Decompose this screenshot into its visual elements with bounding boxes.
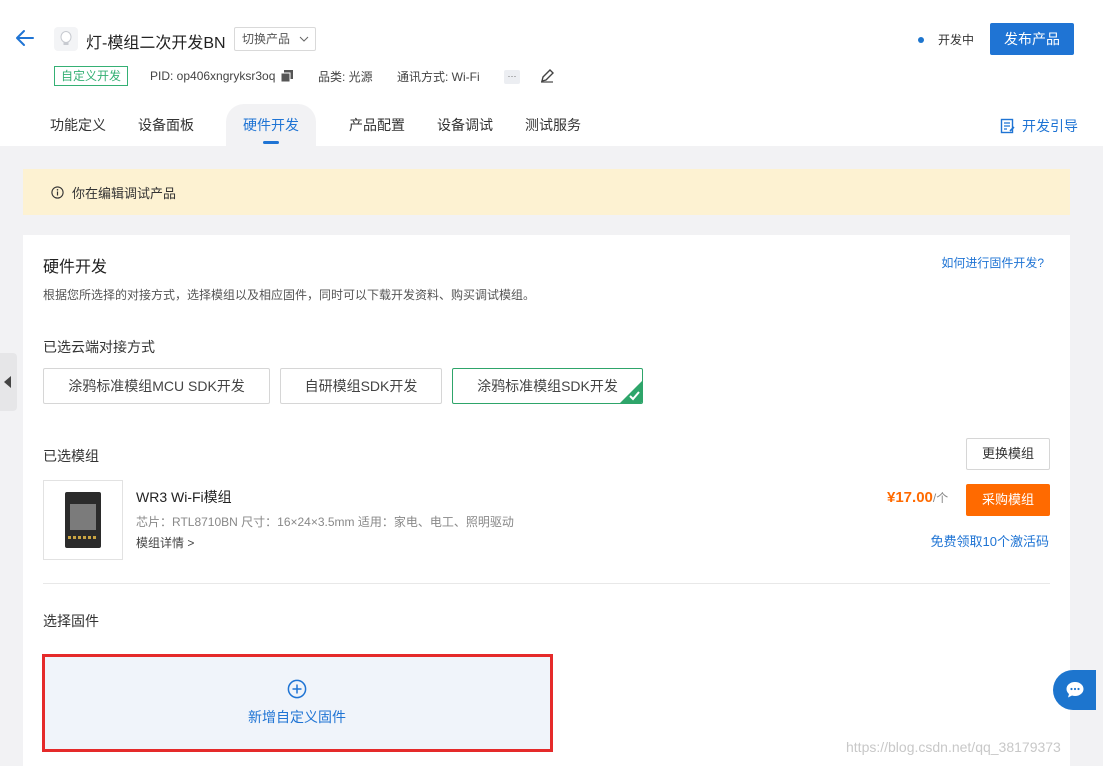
- red-highlight-box: [42, 654, 553, 752]
- sidebar-collapse-handle[interactable]: [0, 353, 17, 411]
- module-spec: 芯片：RTL8710BN 尺寸：16×24×3.5mm 适用：家电、电工、照明驱…: [136, 515, 514, 529]
- status-dot-icon: [918, 36, 924, 43]
- module-name: WR3 Wi-Fi模组: [136, 489, 232, 505]
- publish-button[interactable]: 发布产品: [990, 23, 1074, 55]
- page-scrollbar[interactable]: [1096, 146, 1103, 766]
- chat-bubble-icon: [1066, 682, 1084, 698]
- price-unit: /个: [932, 491, 949, 505]
- guide-doc-icon: [1000, 118, 1015, 134]
- chevron-down-icon: [299, 28, 309, 57]
- edit-pencil-icon[interactable]: [540, 69, 554, 83]
- firmware-label: 选择固件: [43, 613, 99, 629]
- option-tuya-sdk-label: 涂鸦标准模组SDK开发: [477, 378, 618, 394]
- pid-label: PID: op406xngryksr3oq: [150, 69, 276, 83]
- module-chip-graphic: [65, 492, 101, 548]
- protocol-info: 通讯方式: Wi-Fi: [397, 69, 480, 84]
- notice-text: 你在编辑调试产品: [72, 185, 177, 201]
- free-activation-link[interactable]: 免费领取10个激活码: [931, 531, 1049, 550]
- change-module-button[interactable]: 更换模组: [966, 438, 1050, 470]
- cloud-method-label: 已选云端对接方式: [43, 339, 155, 355]
- product-name: 灯-模组二次开发BN: [86, 35, 226, 52]
- module-price: ¥17.00/个: [887, 489, 948, 506]
- active-tab-indicator: [263, 141, 279, 144]
- option-mcu-sdk[interactable]: 涂鸦标准模组MCU SDK开发: [43, 368, 270, 404]
- tab-function-definition[interactable]: 功能定义: [50, 104, 106, 146]
- watermark: https://blog.csdn.net/qq_38179373: [846, 739, 1061, 755]
- switch-product-dropdown[interactable]: 切换产品: [234, 27, 316, 51]
- tab-hardware-label: 硬件开发: [243, 117, 299, 133]
- check-icon: [629, 391, 640, 401]
- card-description: 根据您所选择的对接方式，选择模组以及相应固件，同时可以下载开发资料、购买调试模组…: [43, 288, 536, 302]
- tab-test-service[interactable]: 测试服务: [525, 104, 581, 146]
- custom-dev-tag: 自定义开发: [54, 66, 129, 86]
- firmware-help-link[interactable]: 如何进行固件开发?: [941, 254, 1044, 271]
- option-tuya-sdk[interactable]: 涂鸦标准模组SDK开发: [452, 368, 643, 404]
- module-detail-link[interactable]: 模组详情 >: [136, 534, 194, 551]
- divider: [43, 583, 1050, 584]
- chat-support-button[interactable]: [1053, 670, 1097, 710]
- buy-module-button[interactable]: 采购模组: [966, 484, 1050, 516]
- category-info: 品类: 光源: [318, 69, 373, 84]
- status-label: 开发中: [938, 33, 975, 47]
- switch-product-label: 切换产品: [242, 32, 291, 46]
- module-image: [43, 480, 123, 560]
- product-bulb-icon: [54, 27, 78, 51]
- option-self-sdk[interactable]: 自研模组SDK开发: [280, 368, 442, 404]
- tab-device-debug[interactable]: 设备调试: [437, 104, 493, 146]
- product-header: 灯-模组二次开发BN 切换产品 开发中 发布产品 自定义开发 PID: op40…: [0, 0, 1103, 146]
- selected-module-label: 已选模组: [43, 448, 99, 464]
- card-title: 硬件开发: [43, 259, 108, 276]
- back-arrow-icon[interactable]: [14, 27, 36, 49]
- edit-notice-banner: 你在编辑调试产品: [23, 169, 1070, 215]
- tab-product-config[interactable]: 产品配置: [349, 104, 405, 146]
- dev-guide-label: 开发引导: [1022, 118, 1078, 134]
- tab-hardware-development[interactable]: 硬件开发: [226, 104, 316, 146]
- dev-status: 开发中: [918, 31, 974, 48]
- copy-icon[interactable]: [281, 70, 294, 82]
- tab-device-panel[interactable]: 设备面板: [138, 104, 194, 146]
- more-icon[interactable]: ···: [504, 70, 520, 84]
- pid-info: PID: op406xngryksr3oq: [150, 66, 294, 86]
- price-value: ¥17.00: [887, 489, 933, 506]
- info-icon: [51, 185, 64, 199]
- dev-guide-link[interactable]: 开发引导: [1000, 116, 1078, 136]
